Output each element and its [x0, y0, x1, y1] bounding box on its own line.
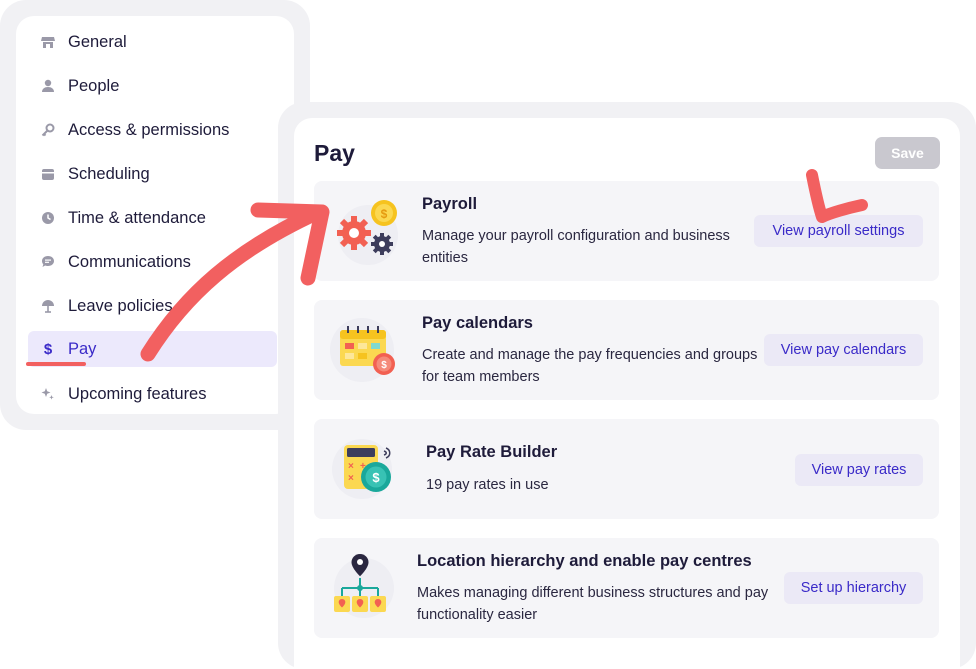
sparkle-icon	[40, 386, 56, 402]
sidebar-item-communications[interactable]: Communications	[28, 244, 277, 280]
sidebar-item-access-permissions[interactable]: Access & permissions	[28, 112, 277, 148]
sidebar-item-leave-policies[interactable]: Leave policies	[28, 288, 277, 324]
card-title: Payroll	[422, 195, 478, 213]
clock-icon	[40, 210, 56, 226]
view-pay-rates-button[interactable]: View pay rates	[795, 454, 923, 486]
view-pay-calendars-button[interactable]: View pay calendars	[764, 334, 923, 366]
card-description: Manage your payroll configuration and bu…	[422, 228, 730, 266]
svg-text:×: ×	[348, 461, 354, 472]
active-item-underline	[26, 362, 86, 366]
pay-rate-builder-card: × + × $ Pay Rate Builder 19 pay rates in …	[314, 419, 939, 519]
pay-calendar-icon: $	[328, 312, 404, 388]
location-hierarchy-icon	[328, 550, 404, 626]
pay-calendars-card: $ Pay calendars Create and manage the pa…	[314, 300, 939, 400]
person-icon	[40, 78, 56, 94]
store-icon	[40, 34, 56, 50]
card-title: Pay calendars	[422, 314, 533, 332]
sidebar-item-people[interactable]: People	[28, 68, 277, 104]
payroll-gears-icon: $	[328, 193, 404, 269]
sidebar-item-label: General	[68, 32, 127, 51]
card-title: Location hierarchy and enable pay centre…	[417, 552, 752, 570]
card-description: Create and manage the pay frequencies an…	[422, 347, 758, 385]
sidebar-item-label: Pay	[68, 339, 97, 358]
sidebar-item-scheduling[interactable]: Scheduling	[28, 156, 277, 192]
sidebar-item-general[interactable]: General	[28, 24, 277, 60]
save-button[interactable]: Save	[875, 137, 940, 169]
page-title: Pay	[314, 140, 355, 166]
sidebar-item-label: Upcoming features	[68, 384, 207, 403]
svg-text:$: $	[372, 470, 380, 485]
location-hierarchy-card: Location hierarchy and enable pay centre…	[314, 538, 939, 638]
card-title: Pay Rate Builder	[426, 443, 558, 461]
sidebar-item-upcoming-features[interactable]: Upcoming features	[28, 376, 277, 412]
set-up-hierarchy-button[interactable]: Set up hierarchy	[784, 572, 923, 604]
sidebar-item-label: Time & attendance	[68, 208, 206, 227]
sidebar-item-time-attendance[interactable]: Time & attendance	[28, 200, 277, 236]
key-icon	[40, 122, 56, 138]
card-description: 19 pay rates in use	[426, 477, 549, 493]
umbrella-icon	[40, 298, 56, 314]
settings-sidebar: General People Access & permissions Sche…	[16, 16, 294, 414]
view-payroll-settings-button[interactable]: View payroll settings	[754, 215, 923, 247]
sidebar-item-label: Scheduling	[68, 164, 150, 183]
card-description: Makes managing different business struct…	[417, 585, 769, 623]
svg-text:$: $	[381, 207, 388, 221]
calendar-icon	[40, 166, 56, 182]
svg-text:×: ×	[348, 473, 354, 484]
dollar-icon: $	[43, 340, 53, 358]
sidebar-item-label: Access & permissions	[68, 120, 230, 139]
chat-icon	[40, 254, 56, 270]
payroll-card: $ Payroll Manage your payroll configurat…	[314, 181, 939, 281]
sidebar-item-label: Communications	[68, 252, 191, 271]
svg-text:$: $	[381, 360, 387, 371]
calculator-icon: × + × $	[328, 431, 404, 507]
sidebar-item-label: People	[68, 76, 120, 95]
sidebar-item-label: Leave policies	[68, 296, 173, 315]
pay-settings-panel: Pay Save $ Payroll Manage your payroll c…	[294, 118, 960, 669]
